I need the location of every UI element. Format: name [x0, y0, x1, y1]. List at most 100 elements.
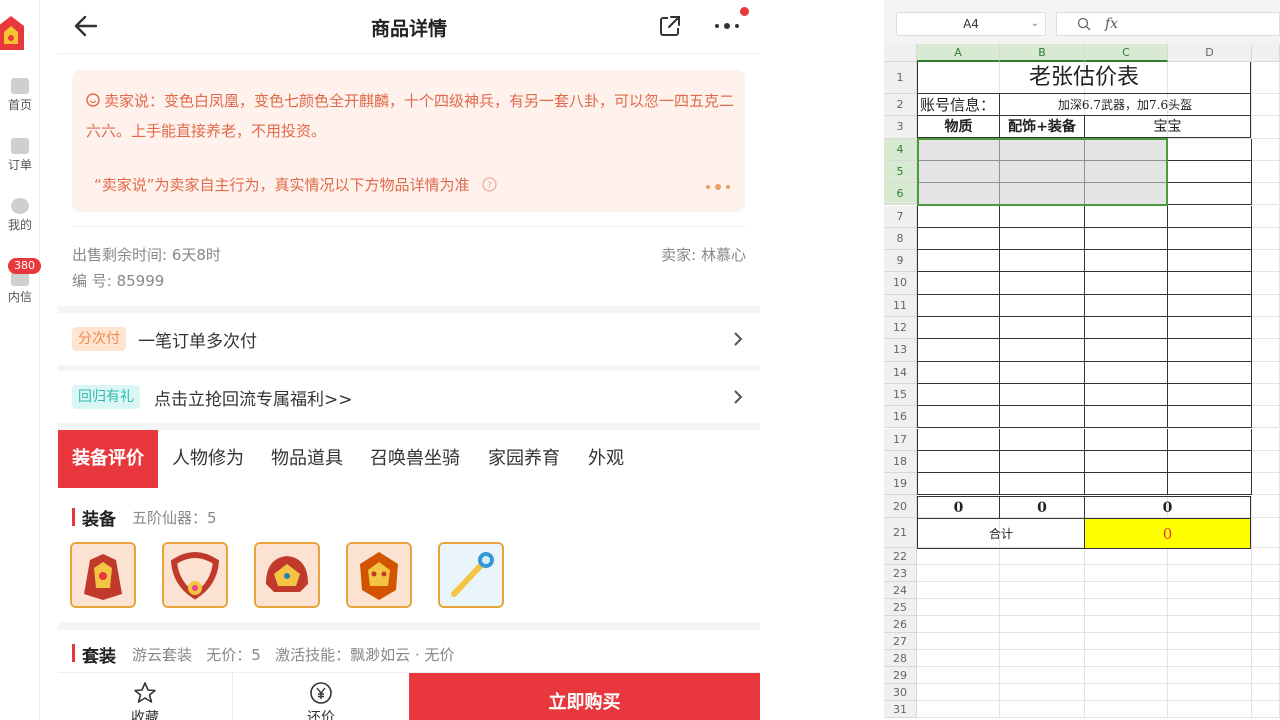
grid-cell[interactable] [1000, 616, 1085, 634]
grid-cell[interactable] [1252, 250, 1280, 273]
row-header-28[interactable]: 28 [884, 650, 917, 668]
grid-cell[interactable] [1000, 473, 1085, 496]
column-header-e[interactable] [1252, 44, 1280, 62]
header-accessory-cell[interactable]: 配饰+装备 [1000, 116, 1085, 138]
grid-cell[interactable] [1168, 160, 1252, 184]
row-header-17[interactable]: 17 [884, 428, 917, 451]
grid-cell[interactable] [1252, 138, 1280, 161]
grid-cell[interactable] [1000, 294, 1085, 317]
equipment-staff-icon[interactable] [438, 542, 504, 608]
grid-cell[interactable] [1000, 599, 1085, 617]
grid-cell[interactable] [1085, 616, 1168, 634]
row-header-6[interactable]: 6 [884, 183, 917, 206]
selection-range[interactable] [917, 138, 1168, 206]
grid-cell[interactable] [1168, 205, 1252, 228]
installment-row[interactable]: 分次付 一笔订单多次付 [58, 313, 760, 365]
grid-cell[interactable] [1000, 250, 1085, 273]
row-header-1[interactable]: 1 [884, 62, 917, 94]
account-label-cell[interactable]: 账号信息： [917, 94, 1000, 116]
grid-cell[interactable] [1252, 616, 1280, 634]
grid-cell[interactable] [917, 701, 1000, 719]
row-header-22[interactable]: 22 [884, 548, 917, 566]
nav-profile[interactable]: 我的 [0, 198, 40, 233]
grid-cell[interactable] [1168, 138, 1252, 161]
grid-cell[interactable] [1168, 633, 1252, 651]
sheet-title[interactable]: 老张估价表 [917, 62, 1251, 94]
help-icon[interactable]: ? [482, 177, 497, 192]
grid-cell[interactable] [1252, 294, 1280, 317]
nav-home[interactable]: 首页 [0, 78, 40, 113]
seller-name[interactable]: 卖家: 林慕心 [661, 244, 746, 265]
grid-cell[interactable] [1000, 428, 1085, 451]
total-accessory-cell[interactable]: 0 [1000, 496, 1085, 519]
more-options-icon[interactable] [712, 16, 742, 36]
row-header-10[interactable]: 10 [884, 272, 917, 295]
grid-cell[interactable] [917, 428, 1000, 451]
grid-cell[interactable] [1000, 361, 1085, 384]
grid-cell[interactable] [1168, 227, 1252, 251]
column-header-a[interactable]: A [917, 44, 1000, 62]
grid-cell[interactable] [1252, 599, 1280, 617]
row-header-24[interactable]: 24 [884, 582, 917, 600]
grid-cell[interactable] [917, 250, 1000, 273]
grid-cell[interactable] [917, 361, 1000, 384]
header-pet-cell[interactable]: 宝宝 [1085, 116, 1251, 138]
grid-cell[interactable] [1252, 116, 1280, 139]
row-header-14[interactable]: 14 [884, 361, 917, 384]
grid-cell[interactable] [1085, 548, 1168, 566]
grid-cell[interactable] [1252, 667, 1280, 685]
grid-cell[interactable] [917, 272, 1000, 295]
grid-cell[interactable] [1085, 361, 1168, 384]
grid-cell[interactable] [1085, 383, 1168, 407]
grid-cell[interactable] [1085, 599, 1168, 617]
row-header-5[interactable]: 5 [884, 160, 917, 184]
row-header-25[interactable]: 25 [884, 599, 917, 617]
row-header-12[interactable]: 12 [884, 317, 917, 340]
row-header-2[interactable]: 2 [884, 94, 917, 117]
grid-cell[interactable] [1168, 183, 1252, 206]
grid-cell[interactable] [1085, 650, 1168, 668]
tab-home-raising[interactable]: 家园养育 [474, 430, 574, 488]
grid-cell[interactable] [917, 205, 1000, 228]
grid-cell[interactable] [917, 383, 1000, 407]
grid-cell[interactable] [1168, 428, 1252, 451]
row-header-4[interactable]: 4 [884, 138, 917, 161]
grid-cell[interactable] [917, 548, 1000, 566]
grid-cell[interactable] [1000, 701, 1085, 719]
equipment-necklace-icon[interactable] [162, 542, 228, 608]
grid-cell[interactable] [1168, 450, 1252, 474]
grid-cell[interactable] [917, 616, 1000, 634]
grid-cell[interactable] [917, 227, 1000, 251]
buy-now-button[interactable]: 立即购买 [409, 673, 760, 720]
grid-cell[interactable] [1000, 667, 1085, 685]
grid-cell[interactable] [1252, 473, 1280, 496]
grid-cell[interactable] [1000, 633, 1085, 651]
total-material-cell[interactable]: 0 [917, 496, 1000, 519]
grid-cell[interactable] [1252, 183, 1280, 206]
row-header-3[interactable]: 3 [884, 116, 917, 139]
grid-cell[interactable] [1000, 684, 1085, 702]
tab-appearance[interactable]: 外观 [574, 430, 638, 488]
row-header-11[interactable]: 11 [884, 294, 917, 317]
grid-cell[interactable] [1085, 272, 1168, 295]
row-header-29[interactable]: 29 [884, 667, 917, 685]
grid-cell[interactable] [917, 633, 1000, 651]
grid-cell[interactable] [1252, 684, 1280, 702]
tab-character-cultivation[interactable]: 人物修为 [158, 430, 258, 488]
equipment-mask-icon[interactable] [346, 542, 412, 608]
grid-cell[interactable] [1000, 383, 1085, 407]
grid-cell[interactable] [1252, 205, 1280, 228]
grid-cell[interactable] [1168, 701, 1252, 719]
grid-cell[interactable] [1168, 599, 1252, 617]
grid-cell[interactable] [917, 294, 1000, 317]
row-header-9[interactable]: 9 [884, 250, 917, 273]
cell-reference-box[interactable]: A4 ⌄ [896, 12, 1046, 36]
grid-cell[interactable] [1085, 339, 1168, 362]
share-icon[interactable] [658, 14, 682, 38]
equipment-helmet-icon[interactable] [254, 542, 320, 608]
grid-cell[interactable] [1252, 518, 1280, 549]
grid-cell[interactable] [917, 339, 1000, 362]
formula-input[interactable]: fx [1056, 12, 1280, 36]
grid-cell[interactable] [1168, 473, 1252, 496]
sum-label-cell[interactable]: 合计 [917, 519, 1085, 549]
